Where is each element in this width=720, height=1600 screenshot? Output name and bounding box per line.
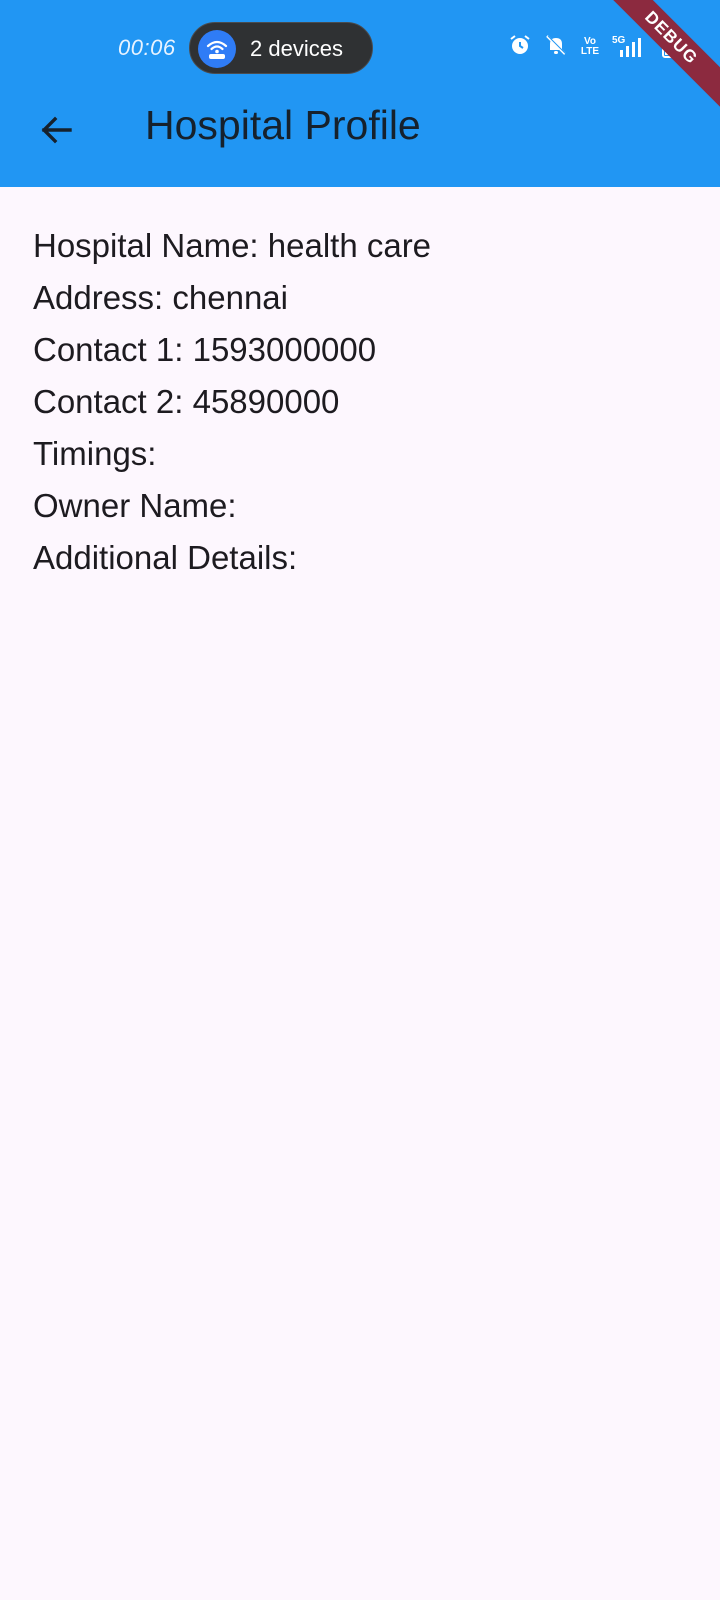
mute-bell-icon bbox=[544, 33, 568, 62]
app-bar: 00:06 2 devices Vo LTE 5G Hospital Profi… bbox=[0, 0, 720, 187]
hospital-name-text: Hospital Name: health care bbox=[33, 227, 432, 264]
timings-text: Timings: bbox=[33, 435, 157, 472]
contact-1-text: Contact 1: 1593000000 bbox=[33, 331, 377, 368]
hotspot-devices-label: 2 devices bbox=[250, 36, 343, 61]
page-title: Hospital Profile bbox=[145, 102, 421, 148]
arrow-back-icon bbox=[41, 116, 72, 144]
owner-name-text: Owner Name: bbox=[33, 487, 237, 524]
contact-2-text: Contact 2: 45890000 bbox=[33, 383, 340, 420]
alarm-icon bbox=[508, 33, 532, 62]
status-icons: Vo LTE 5G bbox=[508, 31, 676, 63]
status-time: 00:06 bbox=[118, 35, 176, 60]
hotspot-icon bbox=[198, 30, 236, 68]
hotspot-indicator[interactable]: 2 devices bbox=[189, 22, 373, 74]
volte-icon: Vo LTE bbox=[580, 36, 600, 57]
signal-icon: 5G bbox=[612, 35, 650, 59]
back-button[interactable] bbox=[30, 104, 82, 156]
additional-details-text: Additional Details: bbox=[33, 539, 298, 576]
address-text: Address: chennai bbox=[33, 279, 288, 316]
battery-icon bbox=[662, 31, 676, 63]
hospital-details: Hospital Name: health care Address: chen… bbox=[33, 220, 431, 584]
